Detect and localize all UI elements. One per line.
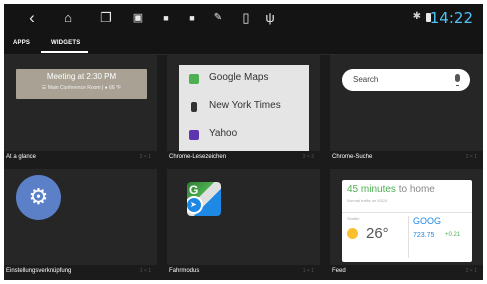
- bookmark-label: New York Times: [209, 100, 281, 111]
- traffic-note: Normal traffic on I0024: [347, 198, 388, 203]
- widget-preview: Search: [330, 55, 483, 151]
- feed-card: 45 minutes to home Normal traffic on I00…: [342, 180, 472, 262]
- selected-tab-indicator: [41, 51, 88, 53]
- widget-preview: Meeting at 2:30 PM ☰ Main Conference Roo…: [4, 55, 157, 151]
- google-maps-icon: [189, 74, 199, 84]
- widget-feed[interactable]: 45 minutes to home Normal traffic on I00…: [330, 169, 483, 280]
- phone-icon[interactable]: ▯: [238, 10, 254, 26]
- stock-symbol: GOOG: [413, 216, 442, 226]
- widget-size: 2 × 1: [465, 154, 477, 160]
- widget-name: Fahrmodus: [169, 268, 200, 274]
- widget-name: Feed: [332, 268, 346, 274]
- tab-widgets[interactable]: WIDGETS: [51, 40, 80, 46]
- commute-headline: 45 minutes to home: [347, 184, 435, 195]
- glance-title: Meeting at 2:30 PM: [46, 72, 117, 81]
- bluetooth-icon: ✱: [412, 11, 421, 22]
- glance-card: Meeting at 2:30 PM ☰ Main Conference Roo…: [16, 69, 147, 99]
- widget-size: 2 × 1: [465, 268, 477, 274]
- widget-preview: ⚙: [4, 169, 157, 265]
- nyt-icon: [191, 102, 197, 112]
- widget-settings-shortcut[interactable]: ⚙ Einstellungsverknüpfung 1 × 1: [4, 169, 157, 280]
- status-bar: ‹ ⌂ ❐ ▣ ■ ■ ✎ ▯ ψ ✱ 14:22: [4, 4, 483, 32]
- widget-size: 2 × 2: [302, 154, 314, 160]
- app-icon-3[interactable]: ✎: [210, 10, 226, 26]
- glance-subtitle: ☰ Main Conference Room | ● 66 °F: [41, 85, 122, 91]
- widget-preview: 45 minutes to home Normal traffic on I00…: [330, 169, 483, 265]
- widget-preview: Google Maps New York Times Yahoo: [167, 55, 320, 151]
- widget-driving-mode[interactable]: G ➤ Fahrmodus 1 × 1: [167, 169, 320, 280]
- widget-name: At a glance: [6, 154, 37, 160]
- bookmark-label: Yahoo: [209, 128, 238, 139]
- back-icon[interactable]: ‹: [24, 9, 40, 26]
- navigation-pin-icon: ➤: [187, 196, 203, 214]
- maps-g-letter: G: [189, 183, 199, 197]
- widget-size: 1 × 1: [139, 268, 151, 274]
- home-icon[interactable]: ⌂: [60, 10, 76, 26]
- maps-icon: G ➤: [187, 182, 221, 216]
- widget-name: Chrome-Suche: [332, 154, 373, 160]
- search-placeholder: Search: [353, 75, 379, 84]
- app-icon-2[interactable]: ■: [184, 10, 200, 26]
- mic-icon: [455, 74, 460, 82]
- app-icon-1[interactable]: ■: [158, 10, 174, 26]
- commute-minutes: 45 minutes: [347, 184, 396, 195]
- stock-value: 723.75: [413, 232, 435, 239]
- settings-icon: ⚙: [16, 175, 61, 220]
- commute-destination: to home: [395, 184, 435, 195]
- list-item: Google Maps: [179, 65, 309, 93]
- widget-size: 2 × 1: [139, 154, 151, 160]
- widget-chrome-bookmarks[interactable]: Google Maps New York Times Yahoo Chrome-…: [167, 55, 320, 167]
- bookmarks-list: Google Maps New York Times Yahoo: [179, 65, 309, 151]
- list-item: Yahoo: [179, 121, 309, 149]
- tab-bar: APPS WIDGETS: [4, 32, 483, 55]
- clock: 14:22: [429, 9, 473, 27]
- divider: [342, 212, 472, 213]
- temperature: 26°: [366, 225, 389, 242]
- stock-change: +0.21: [445, 232, 461, 238]
- gear-icon: ⚙: [28, 184, 49, 209]
- screenshot-icon[interactable]: ▣: [130, 10, 146, 26]
- widget-name: Einstellungsverknüpfung: [6, 268, 72, 274]
- bookmark-label: Google Maps: [209, 72, 269, 83]
- widget-size: 1 × 1: [302, 268, 314, 274]
- sun-icon: [347, 228, 358, 239]
- recents-icon[interactable]: ❐: [98, 10, 114, 26]
- list-item: New York Times: [179, 93, 309, 121]
- yahoo-icon: [189, 130, 199, 140]
- search-bar-preview: Search: [342, 69, 470, 91]
- widget-at-a-glance[interactable]: Meeting at 2:30 PM ☰ Main Conference Roo…: [4, 55, 157, 167]
- widget-name: Chrome-Lesezeichen: [169, 154, 227, 160]
- screen: ‹ ⌂ ❐ ▣ ■ ■ ✎ ▯ ψ ✱ 14:22 APPS WIDGETS M…: [4, 4, 483, 280]
- weather-label: Seattle: [347, 216, 360, 221]
- arrow-icon: ➤: [190, 200, 197, 209]
- widget-chrome-search[interactable]: Search Chrome-Suche 2 × 1: [330, 55, 483, 167]
- divider: [408, 216, 409, 258]
- tab-apps[interactable]: APPS: [13, 40, 30, 46]
- widget-grid: Meeting at 2:30 PM ☰ Main Conference Roo…: [4, 55, 483, 280]
- mic-icon-stand: [456, 82, 459, 86]
- widget-preview: G ➤: [167, 169, 320, 265]
- usb-icon: ψ: [265, 10, 275, 25]
